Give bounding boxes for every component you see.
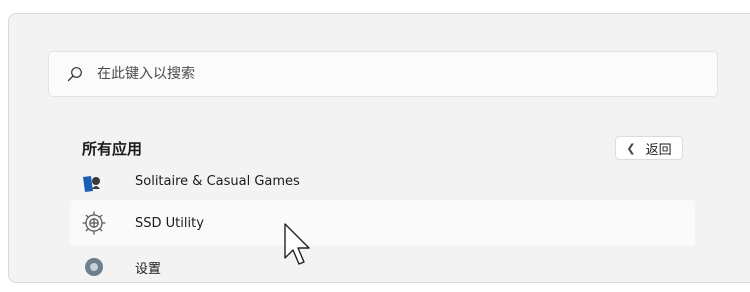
all-apps-title: 所有应用 (82, 140, 143, 158)
back-button-label: 返回 (645, 142, 672, 158)
app-label: 设置 (135, 262, 162, 277)
chevron-left-icon: ❮ (626, 141, 636, 155)
back-button[interactable]: ❮ 返回 (615, 136, 683, 160)
gear-icon (82, 211, 106, 235)
solitaire-icon (83, 176, 100, 192)
app-label: Solitaire & Casual Games (135, 173, 300, 189)
search-icon (67, 67, 82, 82)
app-item-settings[interactable]: 设置 (70, 246, 695, 292)
search-input[interactable] (97, 52, 697, 96)
app-label: SSD Utility (135, 215, 204, 231)
app-item-solitaire[interactable]: Solitaire & Casual Games (70, 158, 695, 204)
settings-icon (85, 258, 103, 276)
app-item-ssd-utility[interactable]: SSD Utility (70, 200, 695, 246)
search-box[interactable] (48, 51, 718, 97)
